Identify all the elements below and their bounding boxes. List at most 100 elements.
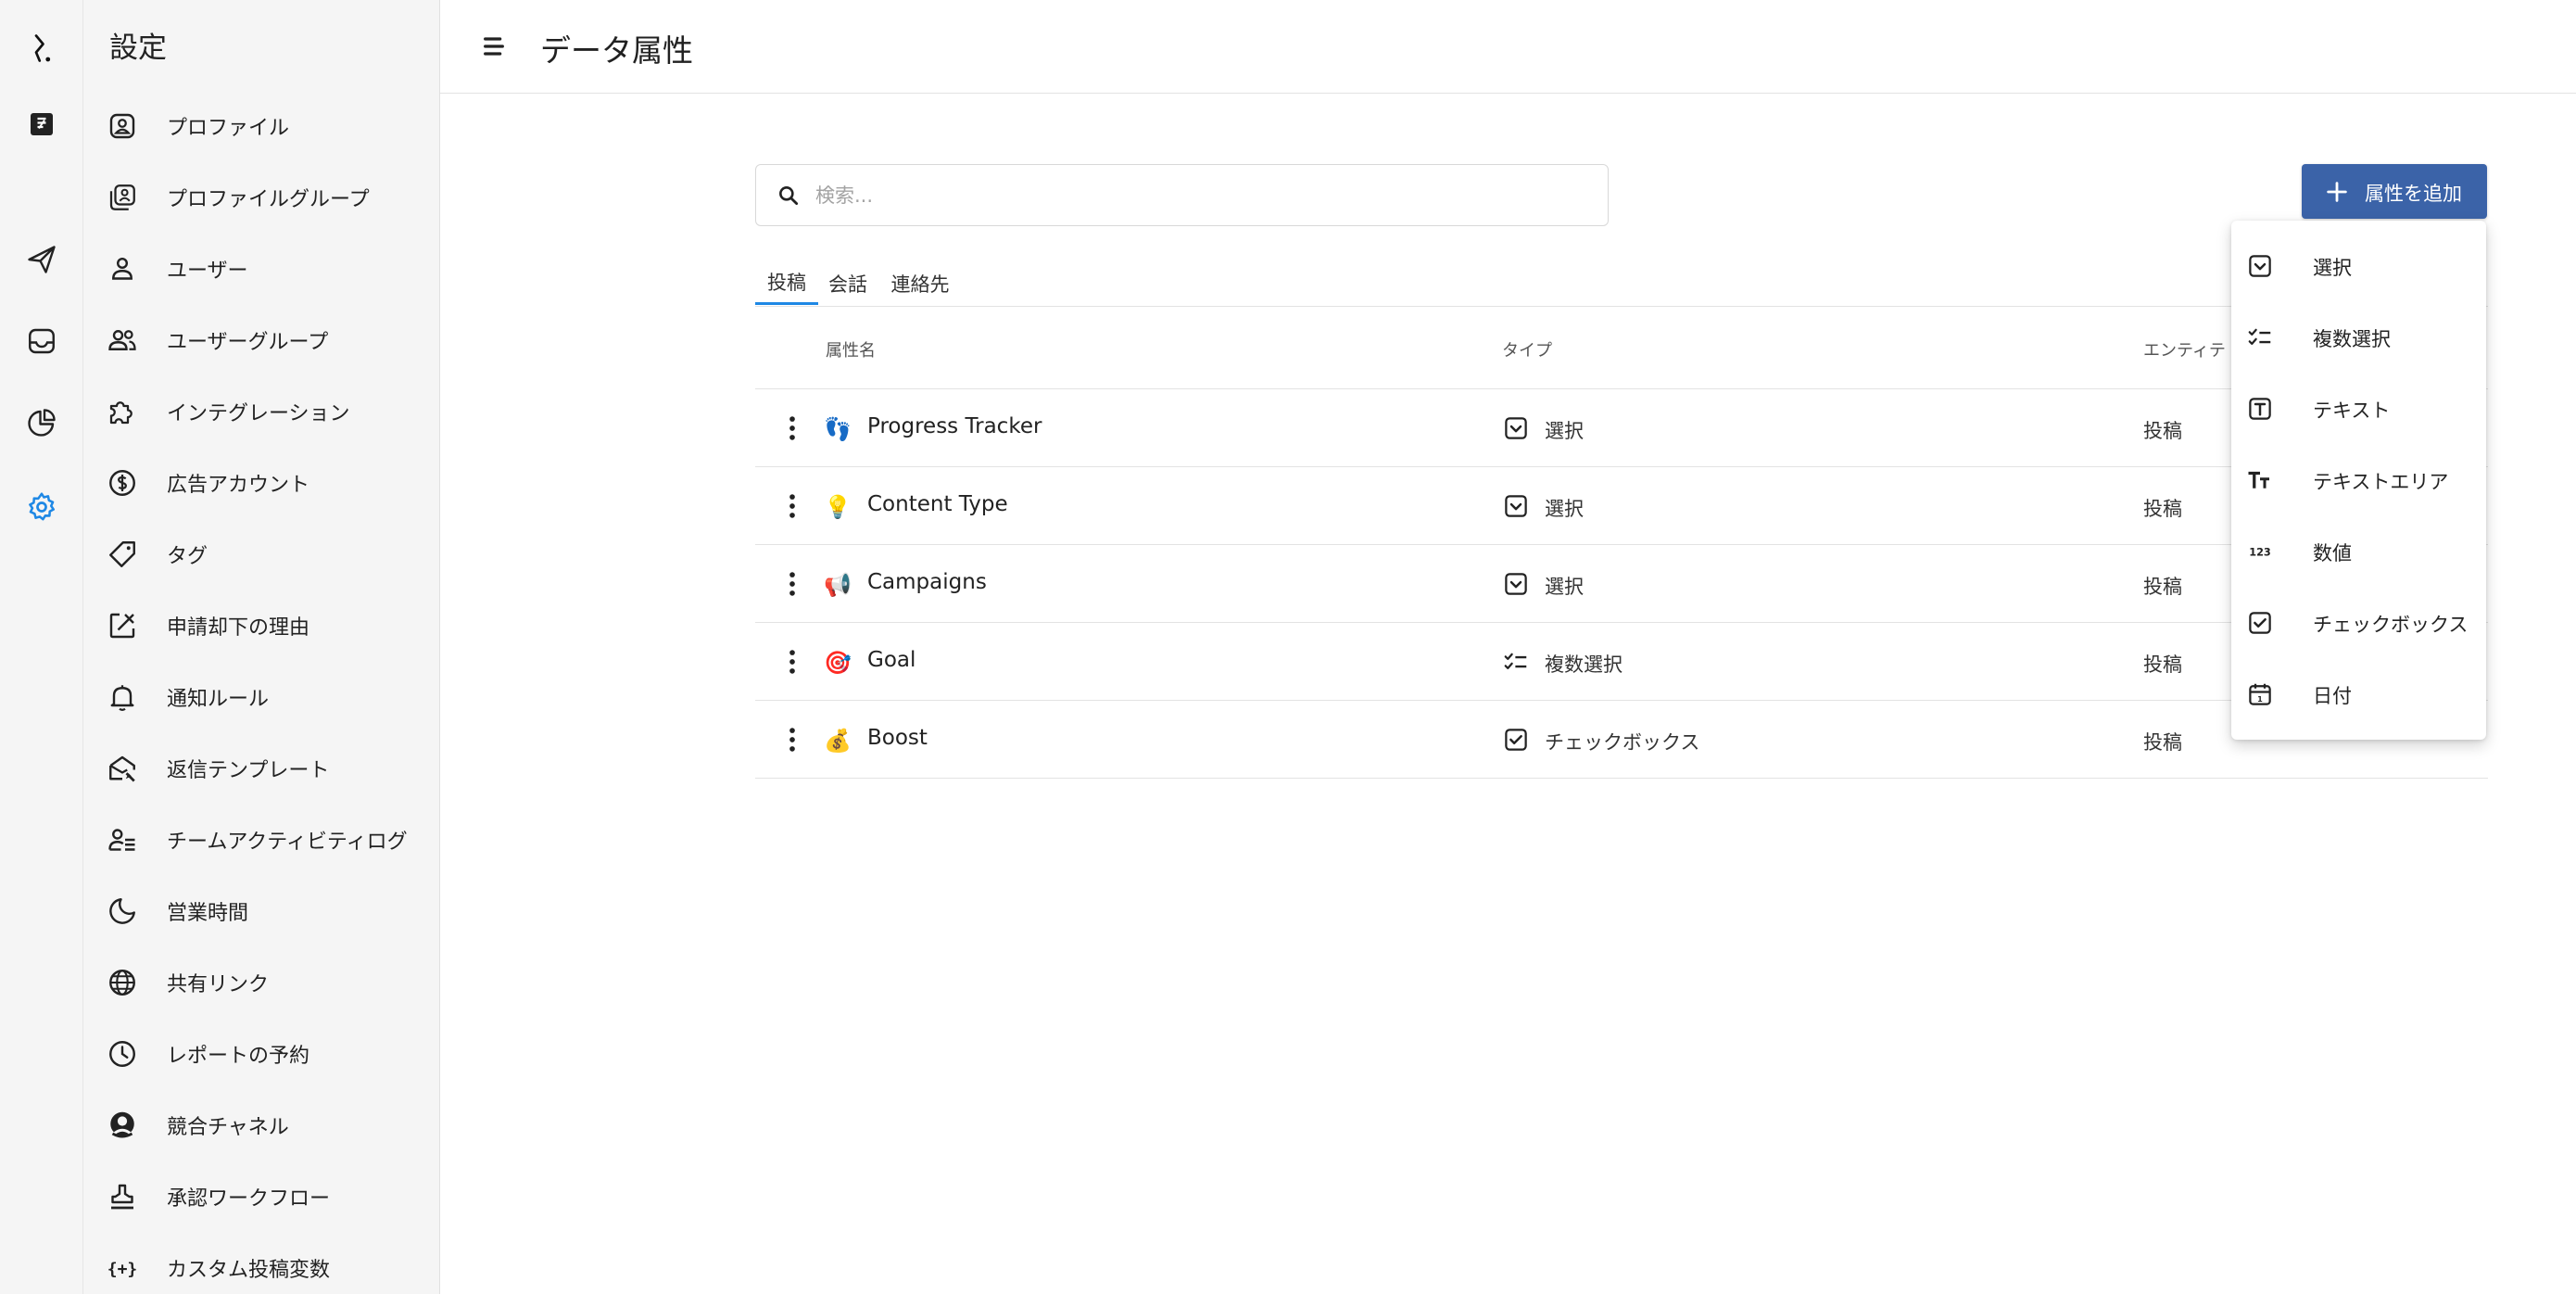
attribute-type: 選択 — [1545, 498, 1584, 520]
table-row: 💡 Content Type 選択 投稿 — [755, 467, 2488, 545]
attribute-entity: 投稿 — [2143, 576, 2182, 598]
sidebar-item-label: レポートの予約 — [167, 1045, 310, 1068]
dollar-icon — [106, 466, 139, 500]
sidebar-item-approval-workflow[interactable]: 承認ワークフロー — [83, 1168, 439, 1225]
icon-rail — [0, 0, 83, 1294]
attribute-name[interactable]: Campaigns — [867, 570, 987, 594]
row-more-button[interactable] — [774, 643, 811, 680]
profile-group-icon — [106, 181, 139, 214]
puzzle-icon — [106, 395, 139, 428]
attribute-name[interactable]: Progress Tracker — [867, 414, 1042, 438]
publish-icon[interactable] — [23, 106, 60, 143]
menu-item-label: チェックボックス — [2313, 614, 2469, 636]
attribute-name[interactable]: Content Type — [867, 492, 1008, 516]
sidebar-item-reject-reasons[interactable]: 申請却下の理由 — [83, 597, 439, 654]
sidebar-item-profile[interactable]: プロファイル — [83, 97, 439, 155]
sidebar-item-ad-accounts[interactable]: 広告アカウント — [83, 454, 439, 512]
settings-sidebar: 設定 プロファイル プロファイルグループ ユーザー ユーザーグループ インテグレ… — [83, 0, 440, 1294]
reject-icon — [106, 609, 139, 642]
sidebar-item-profile-group[interactable]: プロファイルグループ — [83, 169, 439, 226]
checkbox-icon — [2246, 609, 2274, 637]
column-header-entity[interactable]: エンティテ — [2143, 337, 2226, 362]
menu-item-checkbox[interactable]: チェックボックス — [2231, 587, 2486, 658]
tab-posts[interactable]: 投稿 — [755, 261, 818, 305]
svg-text:1: 1 — [2257, 694, 2263, 704]
checkbox-icon — [1502, 726, 1530, 754]
table-row: 👣 Progress Tracker 選択 投稿 — [755, 389, 2488, 467]
sidebar-item-custom-post-variables[interactable]: {+} カスタム投稿変数 — [83, 1239, 439, 1294]
row-more-button[interactable] — [774, 721, 811, 758]
menu-item-multi-select[interactable]: 複数選択 — [2231, 301, 2486, 373]
profile-icon — [106, 109, 139, 143]
team-activity-icon — [106, 823, 139, 856]
more-vertical-icon — [789, 572, 795, 596]
more-vertical-icon — [789, 650, 795, 674]
menu-item-label: 選択 — [2313, 257, 2352, 279]
bell-icon — [106, 680, 139, 714]
menu-item-label: 日付 — [2313, 685, 2352, 707]
sidebar-item-label: 申請却下の理由 — [167, 616, 310, 640]
sidebar-item-report-schedule[interactable]: レポートの予約 — [83, 1025, 439, 1083]
menu-item-text[interactable]: テキスト — [2231, 373, 2486, 444]
sidebar-item-shared-links[interactable]: 共有リンク — [83, 954, 439, 1011]
sidebar-item-integrations[interactable]: インテグレーション — [83, 383, 439, 440]
sidebar-item-user-groups[interactable]: ユーザーグループ — [83, 311, 439, 369]
sidebar-item-competitor-channels[interactable]: 競合チャネル — [83, 1097, 439, 1154]
search-box[interactable] — [755, 164, 1609, 226]
menu-item-select[interactable]: 選択 — [2231, 230, 2486, 301]
menu-item-number[interactable]: 123 数値 — [2231, 515, 2486, 587]
user-group-icon — [106, 324, 139, 357]
sidebar-item-label: 広告アカウント — [167, 474, 310, 497]
send-icon[interactable] — [23, 241, 60, 278]
multi-select-icon — [1502, 648, 1530, 676]
svg-text:123: 123 — [2249, 546, 2270, 558]
globe-icon — [106, 966, 139, 999]
logo-icon[interactable] — [23, 30, 60, 67]
attribute-emoji: 📢 — [824, 572, 852, 598]
menu-item-text-area[interactable]: テキストエリア — [2231, 444, 2486, 515]
search-icon — [777, 184, 801, 208]
sidebar-item-users[interactable]: ユーザー — [83, 240, 439, 298]
sidebar-item-tags[interactable]: タグ — [83, 526, 439, 583]
menu-item-date[interactable]: 1 日付 — [2231, 658, 2486, 729]
more-vertical-icon — [789, 494, 795, 518]
menu-toggle-button[interactable] — [475, 28, 512, 65]
attribute-type-menu: 選択 複数選択 テキスト テキストエリア 123 数値 チェックボックス 1 日… — [2231, 221, 2486, 740]
row-more-button[interactable] — [774, 488, 811, 525]
variable-icon: {+} — [106, 1251, 139, 1285]
menu-item-label: 複数選択 — [2313, 328, 2391, 350]
sidebar-item-reply-templates[interactable]: 返信テンプレート — [83, 740, 439, 797]
attribute-name[interactable]: Goal — [867, 648, 915, 672]
tab-contacts[interactable]: 連絡先 — [882, 261, 958, 306]
add-attribute-label: 属性を追加 — [2365, 183, 2462, 205]
table-row: 💰 Boost チェックボックス 投稿 — [755, 701, 2488, 779]
attribute-type: 選択 — [1545, 420, 1584, 442]
sidebar-item-label: 営業時間 — [167, 902, 249, 925]
attribute-entity: 投稿 — [2143, 653, 2182, 676]
more-vertical-icon — [789, 728, 795, 752]
row-more-button[interactable] — [774, 565, 811, 603]
table-row: 🎯 Goal 複数選択 投稿 — [755, 623, 2488, 701]
attribute-name[interactable]: Boost — [867, 726, 928, 750]
column-header-type[interactable]: タイプ — [1502, 337, 1552, 362]
inbox-icon[interactable] — [23, 323, 60, 360]
sidebar-item-notification-rules[interactable]: 通知ルール — [83, 668, 439, 726]
attribute-emoji: 💡 — [824, 494, 852, 520]
sidebar-item-label: ユーザーグループ — [167, 331, 329, 354]
sidebar-item-label: プロファイル — [167, 117, 290, 140]
sidebar-item-label: ユーザー — [167, 260, 248, 283]
row-more-button[interactable] — [774, 410, 811, 447]
settings-icon[interactable] — [23, 488, 60, 526]
sidebar-item-business-hours[interactable]: 営業時間 — [83, 882, 439, 940]
sidebar-item-label: カスタム投稿変数 — [167, 1259, 331, 1282]
sidebar-item-label: 返信テンプレート — [167, 759, 330, 782]
search-input[interactable] — [815, 178, 1575, 213]
page-title: データ属性 — [540, 32, 693, 69]
column-header-name[interactable]: 属性名 — [826, 337, 876, 362]
tab-conversations[interactable]: 会話 — [819, 261, 877, 306]
add-attribute-button[interactable]: 属性を追加 — [2302, 164, 2487, 219]
select-icon — [2246, 252, 2274, 280]
analytics-icon[interactable] — [23, 404, 60, 441]
stamp-icon — [106, 1180, 139, 1213]
sidebar-item-team-activity-log[interactable]: チームアクティビティログ — [83, 811, 439, 869]
